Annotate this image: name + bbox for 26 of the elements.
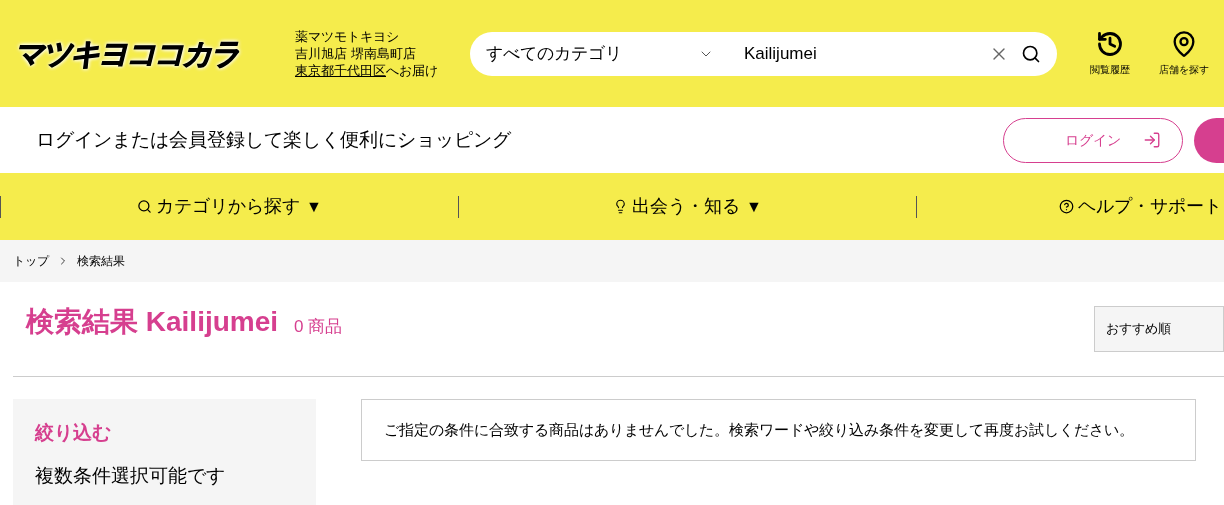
delivery-label: へお届け bbox=[386, 63, 438, 78]
nav-menu-item[interactable]: カテゴリから探す ▼ bbox=[137, 193, 322, 220]
store-name: 薬マツモトキヨシ bbox=[295, 28, 400, 45]
search-icon bbox=[137, 199, 153, 214]
results-heading: 検索結果 Kailijumei bbox=[26, 306, 279, 338]
store-branches: 吉川旭店 堺南島町店 bbox=[295, 45, 417, 62]
result-count: 0 商品 bbox=[294, 316, 343, 338]
sort-select[interactable]: おすすめ順 bbox=[1094, 306, 1224, 352]
login-prompt: ログインまたは会員登録して楽しく便利にショッピング bbox=[36, 127, 511, 152]
nav-menu-item[interactable]: ヘルプ・サポート bbox=[1059, 193, 1222, 220]
breadcrumb-current: 検索結果 bbox=[77, 253, 125, 270]
logo[interactable]: マツキヨココカラ bbox=[14, 31, 238, 76]
no-results-message: ご指定の条件に合致する商品はありませんでした。検索ワードや絞り込み条件を変更して再度お試しください。 bbox=[361, 399, 1196, 461]
history-icon bbox=[1096, 30, 1124, 58]
filter-title: 絞り込む bbox=[35, 421, 112, 445]
delivery-area-link[interactable]: 東京都千代田区 bbox=[295, 63, 386, 78]
search-icon[interactable] bbox=[1021, 43, 1041, 64]
login-icon bbox=[1143, 131, 1161, 149]
header-action-button[interactable]: 閲覧履歴 bbox=[1081, 30, 1139, 77]
nav-menu-item[interactable]: 出会う・知る ▼ bbox=[613, 193, 762, 220]
category-select[interactable]: すべてのカテゴリ bbox=[486, 40, 716, 67]
search-field[interactable]: Kailijumei bbox=[744, 40, 989, 67]
help-icon bbox=[1059, 199, 1074, 214]
breadcrumb-link[interactable]: トップ bbox=[13, 252, 49, 270]
header-action-button[interactable]: 店舗を探す bbox=[1155, 30, 1213, 77]
filter-note: 複数条件選択可能です bbox=[35, 463, 226, 488]
